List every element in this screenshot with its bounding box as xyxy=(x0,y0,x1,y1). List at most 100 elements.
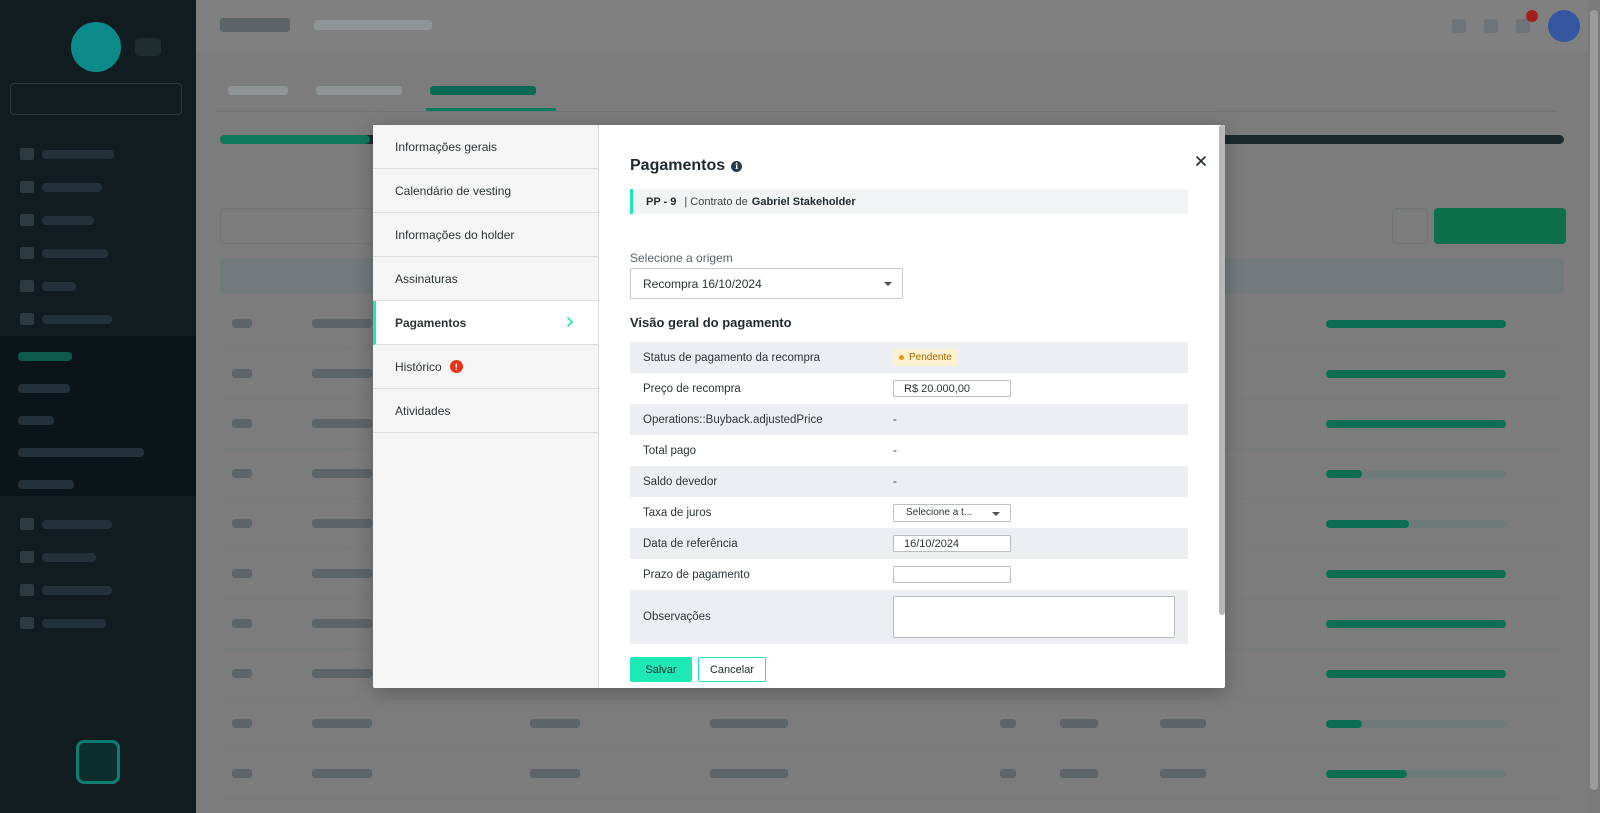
payment-overview: Status de pagamento da recompra Pendente… xyxy=(630,342,1188,644)
nav-item xyxy=(42,216,94,225)
table-cell xyxy=(312,669,372,678)
nav-label: Assinaturas xyxy=(395,271,458,286)
payment-modal: Informações gerais Calendário de vesting… xyxy=(373,125,1225,688)
payment-term-input[interactable] xyxy=(893,566,1011,583)
status-badge: Pendente xyxy=(893,349,958,366)
tab xyxy=(316,86,402,95)
alert-icon: ! xyxy=(449,360,463,373)
buyback-price-input[interactable]: R$ 20.000,00 xyxy=(893,380,1011,397)
nav-item xyxy=(42,282,76,291)
origin-select-value: Recompra 16/10/2024 xyxy=(643,276,762,291)
save-button[interactable]: Salvar xyxy=(630,657,692,682)
nav-pagamentos[interactable]: Pagamentos xyxy=(373,301,598,345)
table-cell xyxy=(232,569,252,578)
company-selector xyxy=(10,83,182,115)
row-observacoes: Observações xyxy=(630,590,1188,644)
nav-subitem xyxy=(18,384,70,393)
table-cell xyxy=(232,519,252,528)
nav-subitem xyxy=(18,480,74,489)
origin-select[interactable]: Recompra 16/10/2024 xyxy=(630,268,903,299)
table-cell xyxy=(312,619,372,628)
row-label: Preço de recompra xyxy=(643,382,741,395)
reference-date-input[interactable]: 16/10/2024 xyxy=(893,535,1011,552)
row-progress-fill xyxy=(1326,770,1407,778)
tab-active-indicator xyxy=(426,108,556,111)
notes-textarea[interactable] xyxy=(893,596,1175,638)
nav-label: Informações gerais xyxy=(395,139,498,154)
row-label: Total pago xyxy=(643,444,697,457)
origin-label: Selecione a origem xyxy=(630,251,733,265)
caret-down-icon xyxy=(992,511,1000,516)
table-row xyxy=(220,700,1564,749)
modal-content: Pagamentos i PP - 9 | Contrato de Gabrie… xyxy=(599,125,1225,688)
filter-button xyxy=(1392,208,1428,244)
table-cell xyxy=(232,369,252,378)
modal-scrollbar[interactable] xyxy=(1219,125,1225,615)
new-contract-button xyxy=(1434,208,1566,244)
nav-atividades[interactable]: Atividades xyxy=(373,389,598,433)
contract-separator: | Contrato de xyxy=(684,195,748,208)
row-preco-recompra: Preço de recompra R$ 20.000,00 xyxy=(630,373,1188,404)
row-progress-fill xyxy=(1326,720,1362,728)
row-progress-fill xyxy=(1326,520,1409,528)
nav-label: Atividades xyxy=(395,403,451,418)
table-cell xyxy=(312,319,372,328)
nav-label: Pagamentos xyxy=(395,315,467,330)
interest-rate-value: Selecione a t... xyxy=(906,507,973,518)
nav-item xyxy=(42,249,108,258)
caret-down-icon xyxy=(884,282,892,286)
nav-assinaturas[interactable]: Assinaturas xyxy=(373,257,598,301)
nav-historico[interactable]: Histórico ! xyxy=(373,345,598,389)
table-cell xyxy=(1060,719,1098,728)
table-cell xyxy=(710,719,788,728)
table-cell xyxy=(1000,719,1016,728)
row-progress-fill xyxy=(1326,570,1506,578)
row-label: Data de referência xyxy=(643,537,738,550)
row-data-referencia: Data de referência 16/10/2024 xyxy=(630,528,1188,559)
contract-code: PP - 9 xyxy=(646,195,677,208)
table-cell xyxy=(232,669,252,678)
nav-icon xyxy=(20,181,34,193)
status-dot-icon xyxy=(899,355,904,360)
app-sidebar xyxy=(0,0,196,813)
top-bar xyxy=(196,0,1600,52)
nav-calendario-vesting[interactable]: Calendário de vesting xyxy=(373,169,598,213)
table-cell xyxy=(1060,769,1098,778)
row-progress-fill xyxy=(1326,670,1506,678)
table-cell xyxy=(232,769,252,778)
table-cell xyxy=(1160,769,1206,778)
table-cell xyxy=(530,719,580,728)
nav-label: Calendário de vesting xyxy=(395,183,512,198)
row-progress-fill xyxy=(1326,620,1506,628)
row-progress-fill xyxy=(1326,370,1506,378)
nav-subitem xyxy=(18,448,144,457)
nav-item xyxy=(42,315,112,324)
nav-item xyxy=(42,619,106,628)
table-row xyxy=(220,750,1564,799)
table-cell xyxy=(232,319,252,328)
row-saldo-devedor: Saldo devedor - xyxy=(630,466,1188,497)
avatar xyxy=(1548,10,1580,42)
row-value: - xyxy=(893,413,897,426)
cancel-button[interactable]: Cancelar xyxy=(698,657,766,682)
row-label: Prazo de pagamento xyxy=(643,568,750,581)
nav-icon xyxy=(20,551,34,563)
nav-informacoes-holder[interactable]: Informações do holder xyxy=(373,213,598,257)
table-cell xyxy=(312,369,372,378)
close-icon[interactable] xyxy=(1194,154,1208,168)
table-cell xyxy=(232,719,252,728)
table-cell xyxy=(1000,769,1016,778)
interest-rate-select[interactable]: Selecione a t... xyxy=(893,503,1011,522)
table-cell xyxy=(312,419,372,428)
table-cell xyxy=(312,769,372,778)
nav-icon xyxy=(20,313,34,325)
table-cell xyxy=(232,419,252,428)
table-cell xyxy=(312,569,372,578)
nav-icon xyxy=(20,518,34,530)
info-icon[interactable]: i xyxy=(731,160,743,172)
nav-icon xyxy=(20,584,34,596)
table-cell xyxy=(530,769,580,778)
nav-informacoes-gerais[interactable]: Informações gerais xyxy=(373,125,598,169)
table-cell xyxy=(1160,719,1206,728)
nav-subitem xyxy=(18,352,72,361)
